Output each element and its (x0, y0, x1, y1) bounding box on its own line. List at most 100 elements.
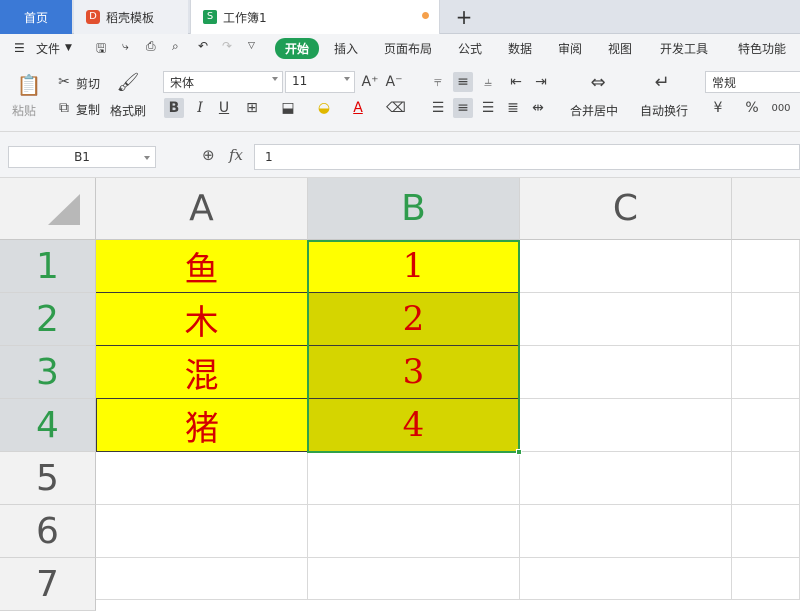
thousands-button[interactable]: 000 (766, 98, 796, 118)
italic-button[interactable]: I (190, 98, 210, 118)
redo-icon[interactable]: ↷ (222, 39, 232, 53)
customize-arrow-icon[interactable]: ▽ (248, 41, 255, 51)
align-right-icon[interactable]: ☰ (478, 98, 498, 118)
merge-center-button[interactable]: 合并居中 (570, 102, 618, 119)
cell-a2[interactable]: 木 (96, 293, 308, 346)
cell-b2[interactable]: 2 (308, 293, 520, 346)
justify-icon[interactable]: ≣ (503, 98, 523, 118)
menu-features[interactable]: 特色功能 (738, 40, 786, 57)
cell-b3[interactable]: 3 (308, 346, 520, 399)
bold-button[interactable]: B (164, 98, 184, 118)
column-header-a[interactable]: A (96, 178, 308, 240)
grow-font-icon[interactable]: A⁺ (360, 72, 380, 92)
menu-page-layout[interactable]: 页面布局 (384, 40, 432, 57)
cell-d1[interactable] (732, 240, 800, 293)
cell-a1[interactable]: 鱼 (96, 240, 308, 293)
new-tab-button[interactable]: + (452, 0, 476, 34)
cell-b1[interactable]: 1 (308, 240, 520, 293)
menu-file[interactable]: 文件 (36, 40, 60, 57)
column-header-d[interactable] (732, 178, 800, 240)
cell-a3[interactable]: 混 (96, 346, 308, 399)
scissors-icon[interactable]: ✂ (54, 72, 74, 92)
cell-c1[interactable] (520, 240, 732, 293)
align-middle-icon[interactable]: ≡ (453, 72, 473, 92)
cell-c6[interactable] (520, 505, 732, 558)
row-header-6[interactable]: 6 (0, 505, 96, 558)
function-button[interactable]: fx (229, 146, 243, 164)
align-top-icon[interactable]: ⫧ (428, 72, 448, 92)
menu-formula[interactable]: 公式 (458, 40, 482, 57)
row-header-1[interactable]: 1 (0, 240, 96, 293)
cell-a7[interactable] (96, 558, 308, 600)
cell-d7[interactable] (732, 558, 800, 600)
align-bottom-icon[interactable]: ⫨ (478, 72, 498, 92)
cell-d2[interactable] (732, 293, 800, 346)
clear-format-icon[interactable]: ⌫ (386, 98, 406, 118)
tab-document[interactable]: S 工作簿1 (190, 0, 440, 34)
cell-b6[interactable] (308, 505, 520, 558)
menu-data[interactable]: 数据 (508, 40, 532, 57)
number-format-select[interactable]: 常规 (705, 71, 800, 93)
column-header-c[interactable]: C (520, 178, 732, 240)
borders-icon[interactable]: ⊞ (242, 98, 262, 118)
cell-c7[interactable] (520, 558, 732, 600)
cell-b5[interactable] (308, 452, 520, 505)
fill-color-icon[interactable]: ◒ (314, 98, 334, 118)
paste-icon[interactable]: 📋 (16, 72, 42, 98)
print-preview-icon[interactable]: ⌕ (172, 39, 179, 54)
zoom-icon[interactable]: ⊕ (202, 146, 215, 164)
underline-button[interactable]: U (214, 98, 234, 118)
cell-c5[interactable] (520, 452, 732, 505)
align-left-icon[interactable]: ☰ (428, 98, 448, 118)
fill-handle[interactable] (516, 449, 522, 455)
tab-home[interactable]: 首页 (0, 0, 72, 34)
hamburger-icon[interactable]: ☰ (14, 41, 25, 55)
cell-a5[interactable] (96, 452, 308, 505)
percent-button[interactable]: % (742, 98, 762, 118)
format-painter-icon[interactable]: 🖌 (117, 72, 140, 93)
row-header-7[interactable]: 7 (0, 558, 96, 611)
decrease-indent-icon[interactable]: ⇤ (506, 72, 526, 92)
chevron-down-icon[interactable]: ▼ (65, 43, 72, 53)
tab-template[interactable]: D 稻壳模板 (74, 0, 188, 34)
wrap-text-icon[interactable]: ↵ (652, 72, 672, 93)
font-size-select[interactable]: 11 (285, 71, 355, 93)
font-name-select[interactable]: 宋体 (163, 71, 283, 93)
row-header-2[interactable]: 2 (0, 293, 96, 346)
column-header-b[interactable]: B (308, 178, 520, 240)
wrap-text-button[interactable]: 自动换行 (640, 102, 688, 119)
align-center-icon[interactable]: ≡ (453, 98, 473, 118)
shrink-font-icon[interactable]: A⁻ (384, 72, 404, 92)
undo-icon[interactable]: ↶ (198, 39, 208, 53)
distributed-align-icon[interactable]: ⇹ (528, 98, 548, 118)
cell-c3[interactable] (520, 346, 732, 399)
cell-a4[interactable]: 猪 (96, 399, 308, 452)
menu-review[interactable]: 审阅 (558, 40, 582, 57)
currency-button[interactable]: ¥ (708, 98, 728, 118)
increase-indent-icon[interactable]: ⇥ (531, 72, 551, 92)
copy-icon[interactable]: ⧉ (54, 98, 74, 118)
cut-button[interactable]: 剪切 (76, 75, 100, 92)
cell-d6[interactable] (732, 505, 800, 558)
save-icon[interactable]: 🖫 (96, 39, 106, 60)
cell-a6[interactable] (96, 505, 308, 558)
name-box[interactable]: B1 (8, 146, 156, 168)
cell-d4[interactable] (732, 399, 800, 452)
print-icon[interactable]: ⎙ (146, 39, 156, 54)
copy-button[interactable]: 复制 (76, 101, 100, 118)
menu-insert[interactable]: 插入 (334, 40, 358, 57)
row-header-3[interactable]: 3 (0, 346, 96, 399)
menu-developer[interactable]: 开发工具 (660, 40, 708, 57)
paste-button[interactable]: 粘贴 (12, 102, 36, 119)
row-header-4[interactable]: 4 (0, 399, 96, 452)
row-header-5[interactable]: 5 (0, 452, 96, 505)
formula-input[interactable]: 1 (254, 144, 800, 170)
format-painter-button[interactable]: 格式刷 (110, 102, 146, 119)
cell-b7[interactable] (308, 558, 520, 600)
menu-start[interactable]: 开始 (275, 38, 320, 59)
cell-c2[interactable] (520, 293, 732, 346)
cell-c4[interactable] (520, 399, 732, 452)
cell-d3[interactable] (732, 346, 800, 399)
menu-view[interactable]: 视图 (608, 40, 632, 57)
select-all-corner[interactable] (0, 178, 96, 240)
